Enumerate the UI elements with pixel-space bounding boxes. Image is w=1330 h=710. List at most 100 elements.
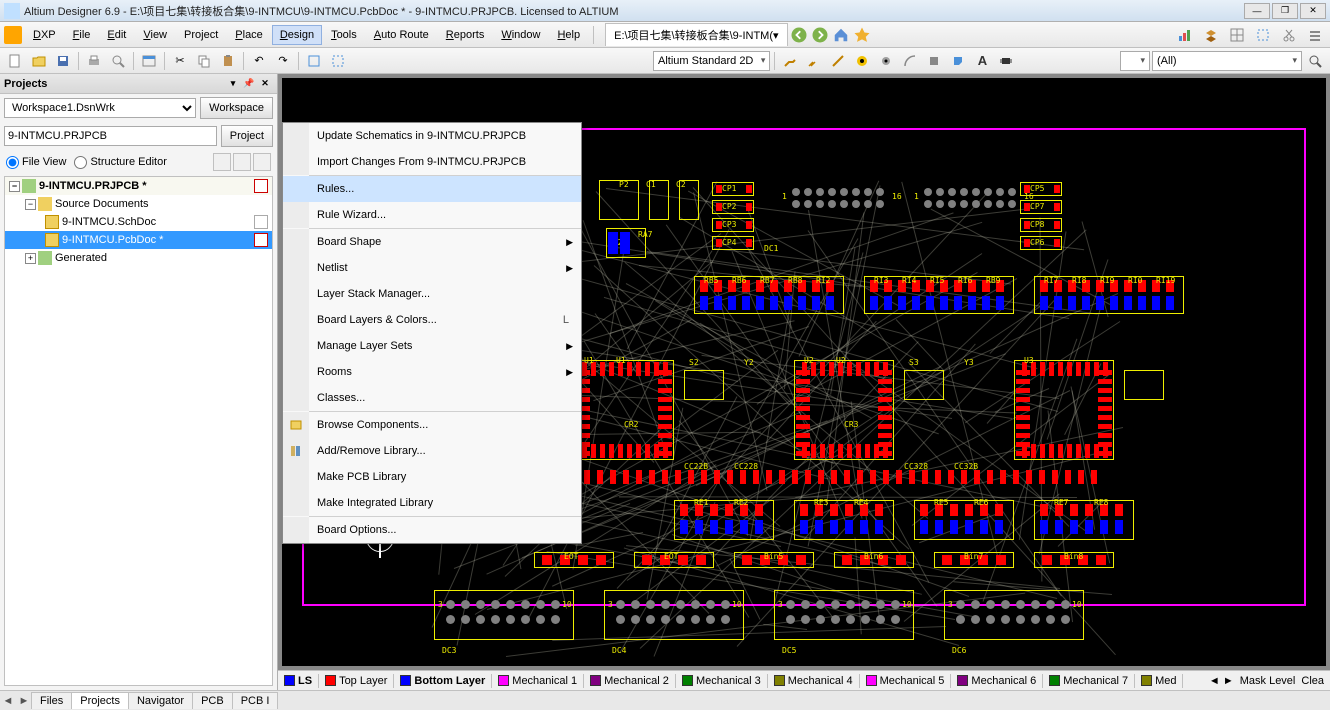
zoom-fit-button[interactable] [303,50,325,72]
menu-project[interactable]: Project [176,25,226,45]
layer-tab-mechanical-3[interactable]: Mechanical 3 [676,674,768,688]
document-tab[interactable]: E:\项目七集\转接板合集\9-INTM(▾ [605,23,787,46]
project-field[interactable] [4,126,217,146]
menu-item-make-pcb-library[interactable]: Make PCB Library [283,464,581,490]
menu-window[interactable]: Window [493,25,548,45]
minimize-button[interactable]: — [1244,3,1270,19]
menu-view[interactable]: View [135,25,175,45]
undo-button[interactable]: ↶ [248,50,270,72]
tree-schdoc[interactable]: 9-INTMCU.SchDoc [5,213,272,231]
via-icon[interactable] [875,50,897,72]
grid-icon[interactable] [1226,24,1248,46]
bottom-tab-navigator[interactable]: Navigator [128,692,193,709]
new-button[interactable] [4,50,26,72]
layer-tab-mechanical-7[interactable]: Mechanical 7 [1043,674,1135,688]
tabs-scroll-left[interactable]: ◄ [0,695,16,707]
layer-tab-mechanical-4[interactable]: Mechanical 4 [768,674,860,688]
menu-tools[interactable]: Tools [323,25,365,45]
layer-tab-mechanical-6[interactable]: Mechanical 6 [951,674,1043,688]
nav-fwd-button[interactable] [810,26,830,44]
menu-item-add-remove-library-[interactable]: Add/Remove Library... [283,438,581,464]
arc-icon[interactable] [899,50,921,72]
menu-edit[interactable]: Edit [99,25,134,45]
chart-icon[interactable] [1174,24,1196,46]
tree-source-docs[interactable]: −Source Documents [5,195,272,213]
menu-reports[interactable]: Reports [438,25,493,45]
open-button[interactable] [28,50,50,72]
panel-opt3-icon[interactable] [253,153,271,171]
maximize-button[interactable]: ❐ [1272,3,1298,19]
poly-icon[interactable] [947,50,969,72]
view-mode-select[interactable]: Altium Standard 2D [653,51,770,71]
layer-tab-mechanical-5[interactable]: Mechanical 5 [860,674,952,688]
string-icon[interactable]: A [971,50,993,72]
dxp-logo-icon[interactable] [4,26,22,44]
bottom-tab-projects[interactable]: Projects [71,692,129,709]
tree-project-root[interactable]: −9-INTMCU.PRJPCB * [5,177,272,195]
menu-item-board-options-[interactable]: Board Options... [283,517,581,543]
menu-item-board-layers-colors-[interactable]: Board Layers & Colors...L [283,307,581,333]
tabs-scroll-right[interactable]: ► [16,695,32,707]
menu-item-make-integrated-library[interactable]: Make Integrated Library [283,490,581,516]
workspace-button[interactable]: Workspace [200,97,273,119]
menu-item-manage-layer-sets[interactable]: Manage Layer Sets▶ [283,333,581,359]
workspace-button[interactable] [138,50,160,72]
filter-all-select[interactable]: (All) [1152,51,1302,71]
tree-generated[interactable]: +Generated [5,249,272,267]
fill-icon[interactable] [923,50,945,72]
options-icon[interactable] [1304,24,1326,46]
comp-icon[interactable] [995,50,1017,72]
tree-pcbdoc[interactable]: 9-INTMCU.PcbDoc * [5,231,272,249]
bottom-tab-pcb[interactable]: PCB [192,692,233,709]
bottom-tab-pcb i[interactable]: PCB I [232,692,279,709]
nav-home-icon[interactable] [831,26,851,44]
menu-item-classes-[interactable]: Classes... [283,385,581,411]
panel-close-icon[interactable]: ✕ [257,77,273,91]
structure-radio[interactable]: Structure Editor [74,156,166,169]
nav-fav-icon[interactable] [852,26,872,44]
menu-help[interactable]: Help [549,25,588,45]
tabs-nav-icon[interactable]: ◄ ► [1209,675,1234,687]
layer-tab-bottom-layer[interactable]: Bottom Layer [394,674,492,688]
menu-item-layer-stack-manager-[interactable]: Layer Stack Manager... [283,281,581,307]
menu-place[interactable]: Place [227,25,271,45]
route2-icon[interactable] [803,50,825,72]
route-icon[interactable] [779,50,801,72]
menu-item-board-shape[interactable]: Board Shape▶ [283,229,581,255]
clip-icon[interactable] [1252,24,1274,46]
project-tree[interactable]: −9-INTMCU.PRJPCB * −Source Documents 9-I… [4,176,273,686]
layers-icon[interactable] [1200,24,1222,46]
layer-tab-top-layer[interactable]: Top Layer [319,674,394,688]
clear-link[interactable]: Clea [1301,675,1324,687]
nav-back-button[interactable] [789,26,809,44]
save-button[interactable] [52,50,74,72]
search-icon[interactable] [1304,50,1326,72]
layer-tab-med[interactable]: Med [1135,674,1183,688]
panel-pin-icon[interactable]: 📌 [241,77,257,91]
print-button[interactable] [83,50,105,72]
menu-file[interactable]: File [65,25,99,45]
redo-button[interactable]: ↷ [272,50,294,72]
workspace-select[interactable]: Workspace1.DsnWrk [4,98,196,118]
menu-item-rules-[interactable]: Rules... [283,176,581,202]
panel-menu-icon[interactable]: ▾ [225,77,241,91]
zoom-sel-button[interactable] [327,50,349,72]
filter-dropdown[interactable] [1120,51,1150,71]
preview-button[interactable] [107,50,129,72]
layer-tab-mechanical-1[interactable]: Mechanical 1 [492,674,584,688]
fileview-radio[interactable]: File View [6,156,66,169]
bottom-tab-files[interactable]: Files [31,692,72,709]
menu-autoroute[interactable]: Auto Route [366,25,437,45]
project-button[interactable]: Project [221,125,273,147]
menu-item-netlist[interactable]: Netlist▶ [283,255,581,281]
menu-item-update-schematics-in-intmcu-prjpcb[interactable]: Update Schematics in 9-INTMCU.PRJPCB [283,123,581,149]
menu-item-browse-components-[interactable]: Browse Components... [283,412,581,438]
layer-tab-ls[interactable]: LS [278,674,319,688]
layer-tab-mechanical-2[interactable]: Mechanical 2 [584,674,676,688]
menu-item-rule-wizard-[interactable]: Rule Wizard... [283,202,581,228]
copy-button[interactable] [193,50,215,72]
route3-icon[interactable] [827,50,849,72]
menu-item-rooms[interactable]: Rooms▶ [283,359,581,385]
menu-dxp[interactable]: DXP [25,25,64,45]
paste-button[interactable] [217,50,239,72]
